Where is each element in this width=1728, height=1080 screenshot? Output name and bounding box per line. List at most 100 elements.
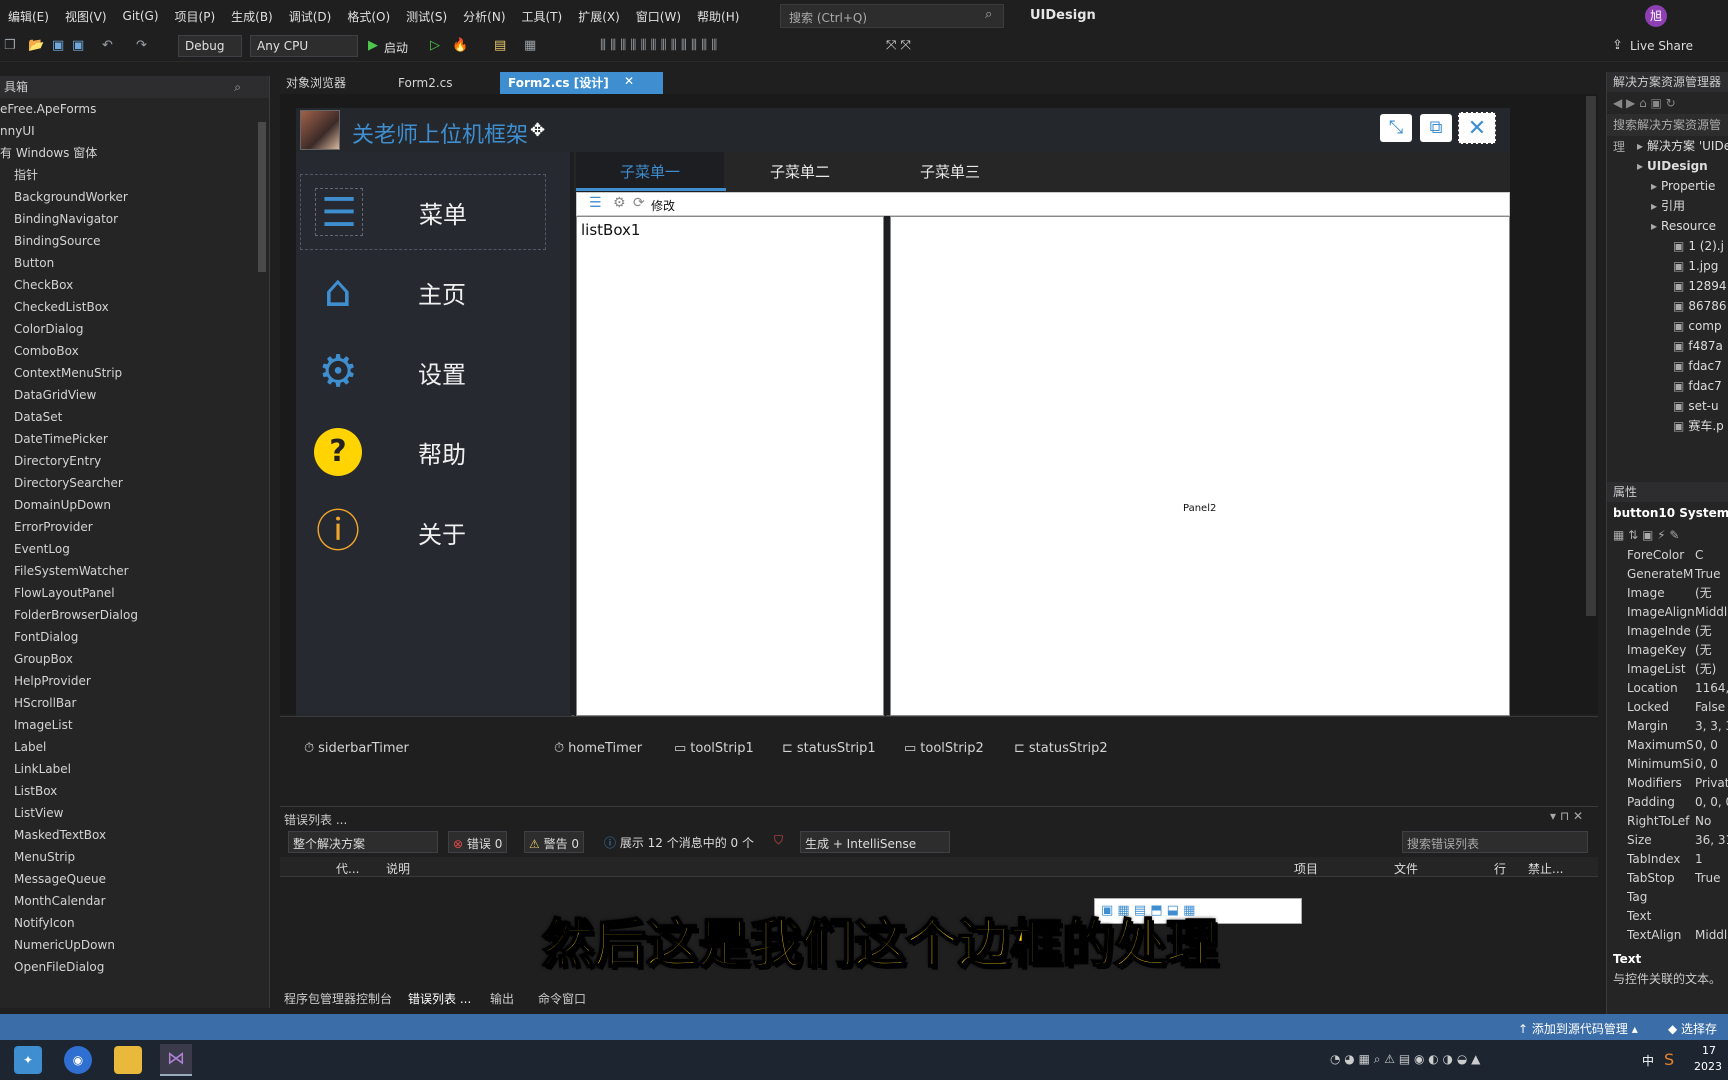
ime-indicator[interactable]: 中: [1642, 1052, 1654, 1069]
messages-filter[interactable]: ⓘ 展示 12 个消息中的 0 个: [600, 831, 758, 853]
subtab[interactable]: 子菜单一: [576, 152, 724, 192]
listbox1[interactable]: listBox1: [576, 216, 884, 716]
start-without-debug-icon[interactable]: ▷: [430, 38, 440, 53]
bottom-tab[interactable]: 错误列表 ...: [408, 990, 471, 1007]
undo-icon[interactable]: ↶: [102, 38, 113, 53]
property-row[interactable]: GenerateM True: [1607, 565, 1728, 584]
edit-button[interactable]: 修改: [651, 197, 675, 214]
toolbox-item[interactable]: DirectoryEntry: [0, 450, 269, 472]
property-value[interactable]: Privat: [1695, 774, 1728, 793]
clock-time[interactable]: 17: [1702, 1044, 1716, 1057]
property-row[interactable]: ForeColor C: [1607, 546, 1728, 565]
toolbox-item[interactable]: HelpProvider: [0, 670, 269, 692]
toolbox-item[interactable]: Label: [0, 736, 269, 758]
property-row[interactable]: ImageInde (无: [1607, 622, 1728, 641]
solution-item[interactable]: ▣ fdac7: [1607, 376, 1728, 396]
live-share-button[interactable]: Live Share: [1630, 39, 1693, 53]
toolbox-item[interactable]: BindingSource: [0, 230, 269, 252]
error-search-input[interactable]: 搜索错误列表: [1402, 831, 1588, 853]
clock-date[interactable]: 2023: [1694, 1060, 1722, 1073]
toolbox-item[interactable]: GroupBox: [0, 648, 269, 670]
toolbox-item[interactable]: BackgroundWorker: [0, 186, 269, 208]
property-row[interactable]: Locked False: [1607, 698, 1728, 717]
toolbox-item[interactable]: NotifyIcon: [0, 912, 269, 934]
toolbox-item[interactable]: FileSystemWatcher: [0, 560, 269, 582]
menu-item[interactable]: 视图(V): [57, 8, 115, 25]
property-row[interactable]: TabIndex 1: [1607, 850, 1728, 869]
new-project-icon[interactable]: ❒: [4, 38, 16, 53]
tab-form2-design[interactable]: Form2.cs [设计]: [500, 72, 663, 94]
browse-icon[interactable]: ▤: [494, 38, 506, 53]
property-value[interactable]: 36, 31: [1695, 831, 1728, 850]
menu-item[interactable]: 调试(D): [281, 8, 340, 25]
hot-reload-icon[interactable]: 🔥: [452, 38, 468, 53]
toolbox-item[interactable]: OpenFileDialog: [0, 956, 269, 978]
solution-item[interactable]: ▸ Propertie: [1607, 176, 1728, 196]
solution-item[interactable]: ▣ f487a: [1607, 336, 1728, 356]
solution-item[interactable]: ▸ 解决方案 'UIDe: [1607, 136, 1728, 156]
property-value[interactable]: (无: [1695, 622, 1712, 641]
toolbox-item[interactable]: FlowLayoutPanel: [0, 582, 269, 604]
property-value[interactable]: Middl: [1695, 603, 1727, 622]
redo-icon[interactable]: ↷: [136, 38, 147, 53]
solution-item[interactable]: ▣ 1.jpg: [1607, 256, 1728, 276]
start-menu-icon[interactable]: ✦: [14, 1046, 42, 1074]
file-explorer-icon[interactable]: [114, 1046, 142, 1074]
solution-item[interactable]: ▣ fdac7: [1607, 356, 1728, 376]
nav-item[interactable]: ☰ 菜单: [300, 174, 546, 250]
avatar[interactable]: 旭: [1645, 5, 1667, 27]
toolbox-item[interactable]: ListView: [0, 802, 269, 824]
search-input[interactable]: 搜索 (Ctrl+Q): [780, 4, 1004, 28]
toolbox-item[interactable]: DataSet: [0, 406, 269, 428]
property-value[interactable]: 0, 0: [1695, 755, 1718, 774]
col-project[interactable]: 项目: [1294, 860, 1318, 877]
start-button[interactable]: 启动: [384, 39, 408, 56]
selected-object[interactable]: button10 System.W: [1607, 502, 1728, 524]
property-value[interactable]: 0, 0: [1695, 736, 1718, 755]
property-value[interactable]: True: [1695, 565, 1721, 584]
solution-item[interactable]: ▣ 86786: [1607, 296, 1728, 316]
tray-component[interactable]: ⊏ statusStrip2: [1014, 741, 1108, 756]
property-row[interactable]: Tag: [1607, 888, 1728, 907]
list-icon[interactable]: ☰: [589, 195, 602, 211]
property-row[interactable]: Text: [1607, 907, 1728, 926]
property-row[interactable]: MaximumS 0, 0: [1607, 736, 1728, 755]
bottom-tab[interactable]: 命令窗口: [538, 990, 586, 1007]
select-repo[interactable]: ◆ 选择存: [1668, 1020, 1717, 1037]
tab-order-icon[interactable]: ⤧ ⤧: [886, 38, 911, 53]
toolbox-item[interactable]: ComboBox: [0, 340, 269, 362]
toolbox-item[interactable]: CheckBox: [0, 274, 269, 296]
toolbox-item[interactable]: ListBox: [0, 780, 269, 802]
toolbox-item[interactable]: FolderBrowserDialog: [0, 604, 269, 626]
tray-component[interactable]: ⏱ siderbarTimer: [304, 741, 409, 756]
property-row[interactable]: Modifiers Privat: [1607, 774, 1728, 793]
property-value[interactable]: False: [1695, 698, 1725, 717]
toolbox-item[interactable]: ErrorProvider: [0, 516, 269, 538]
save-all-icon[interactable]: ▣: [72, 38, 84, 53]
subtab[interactable]: 子菜单三: [876, 152, 1024, 192]
property-row[interactable]: MinimumSi 0, 0: [1607, 755, 1728, 774]
visual-studio-taskbar-item[interactable]: ⋈: [160, 1044, 192, 1076]
menu-item[interactable]: 编辑(E): [0, 8, 57, 25]
property-value[interactable]: 1164,: [1695, 679, 1728, 698]
toolbox-item[interactable]: DomainUpDown: [0, 494, 269, 516]
menu-item[interactable]: 项目(P): [167, 8, 224, 25]
panel2[interactable]: Panel2: [890, 216, 1510, 716]
toolbox-item[interactable]: DataGridView: [0, 384, 269, 406]
property-value[interactable]: Middl: [1695, 926, 1727, 945]
app-tray-icon[interactable]: S: [1664, 1050, 1674, 1069]
property-value[interactable]: No: [1695, 812, 1711, 831]
col-line[interactable]: 行: [1494, 860, 1506, 877]
toolbox-item[interactable]: DateTimePicker: [0, 428, 269, 450]
toolbox-search[interactable]: 具箱 ⌕: [0, 76, 269, 98]
gear-icon[interactable]: ⚙: [613, 195, 626, 211]
col-suppress[interactable]: 禁止...: [1528, 860, 1563, 877]
save-icon[interactable]: ▣: [52, 38, 64, 53]
config-select[interactable]: Debug: [178, 35, 242, 57]
property-value[interactable]: (无: [1695, 584, 1712, 603]
property-value[interactable]: (无: [1695, 641, 1712, 660]
form-header[interactable]: 关老师上位机框架 ✥ ⤡ ⧉ ✕: [296, 108, 1510, 152]
layout-icon[interactable]: ▦: [524, 38, 536, 53]
toolbox-item[interactable]: DirectorySearcher: [0, 472, 269, 494]
tab-form2-cs[interactable]: Form2.cs: [390, 72, 461, 94]
